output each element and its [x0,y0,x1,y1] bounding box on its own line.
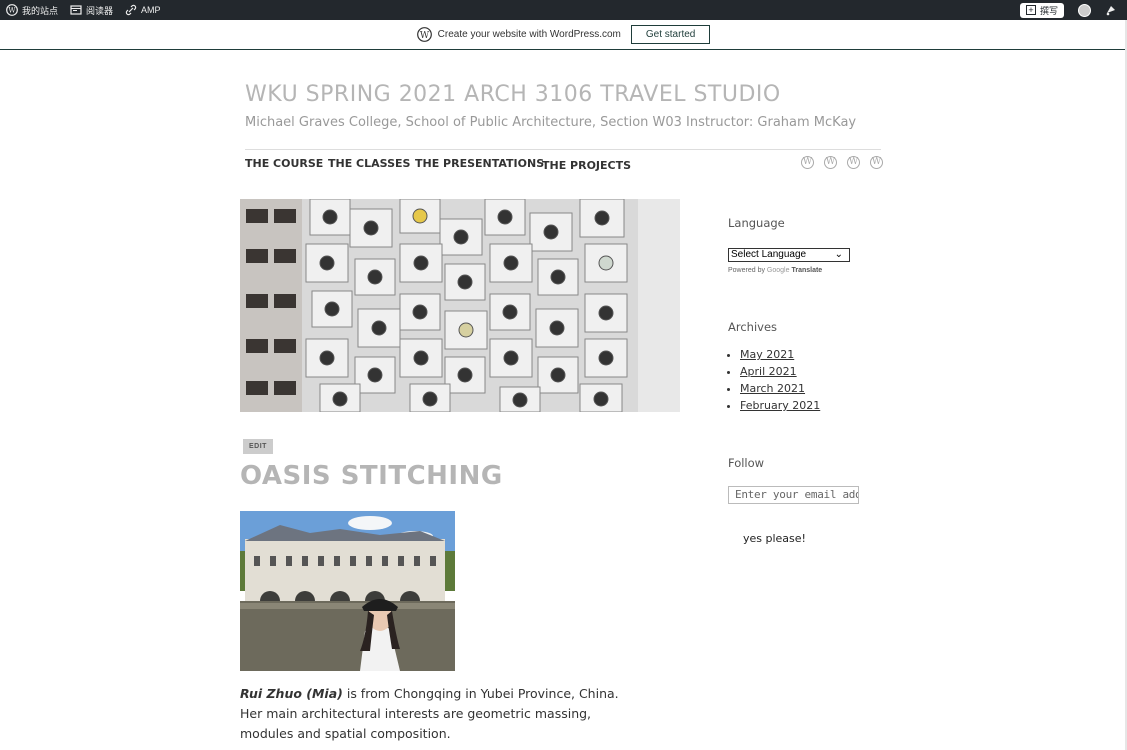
avatar[interactable] [1078,3,1091,17]
follow-widget-title: Follow [728,456,765,470]
write-label: 撰写 [1039,5,1058,16]
reader-label: 阅读器 [86,5,114,16]
svg-text:W: W [8,7,16,15]
follow-button[interactable]: yes please! [743,532,806,545]
post-title[interactable]: OASIS STITCHING [240,461,503,491]
google-logo: Google [766,267,790,274]
powered-by-label: Powered by [728,267,765,274]
edit-link[interactable]: EDIT [243,439,273,454]
wordpress-icon[interactable]: W [847,156,860,169]
language-widget-title: Language [728,216,785,230]
nav-item-the-projects[interactable]: THE PROJECTS [542,157,632,172]
site-title[interactable]: WKU SPRING 2021 ARCH 3106 TRAVEL STUDIO [245,82,781,107]
portrait-photo [240,511,455,671]
nav-item-the-course[interactable]: THE COURSE [245,157,323,170]
signup-banner: W Create your website with WordPress.com… [0,20,1127,50]
wordpress-icon[interactable]: W [870,156,883,169]
archive-link[interactable]: May 2021 [740,348,794,361]
wordpress-icon: W [6,4,18,16]
archives-widget-title: Archives [728,320,778,334]
wordpress-icon[interactable]: W [801,156,814,169]
post-bio: Rui Zhuo (Mia) is from Chongqing in Yube… [240,684,640,744]
list-item: April 2021 [740,366,820,383]
language-select[interactable]: Select Language ⌄ [728,248,850,262]
bio-name: Rui Zhuo (Mia) [240,686,343,701]
notifications-icon[interactable] [1105,4,1117,16]
new-post-icon: + [1025,5,1036,15]
main-navigation: THE COURSE THE CLASSES THE PRESENTATIONS… [245,149,881,175]
language-select-value: Select Language [731,249,807,260]
nav-item-the-classes[interactable]: THE CLASSES [328,157,410,170]
reader-icon [70,5,82,15]
archives-list: May 2021 April 2021 March 2021 February … [740,349,820,417]
archive-link[interactable]: March 2021 [740,382,805,395]
banner-text: Create your website with WordPress.com [437,29,621,40]
get-started-button[interactable]: Get started [630,25,711,44]
header-image [240,199,680,412]
reader-menu[interactable]: 阅读器 [64,0,119,20]
email-field[interactable]: Enter your email address [728,486,859,504]
nav-item-the-presentations[interactable]: THE PRESENTATIONS [415,157,544,170]
wordpress-icon[interactable]: W [824,156,837,169]
site-description: Michael Graves College, School of Public… [245,115,857,130]
svg-text:W: W [420,31,430,41]
amp-label: AMP [141,5,161,15]
chevron-down-icon: ⌄ [834,249,843,260]
archive-link[interactable]: April 2021 [740,365,797,378]
amp-menu[interactable]: AMP [119,0,167,20]
my-site-label: 我的站点 [22,5,59,16]
link-icon [125,4,137,16]
list-item: March 2021 [740,383,820,400]
my-site-menu[interactable]: W 我的站点 [0,0,64,20]
google-translate-credit: Powered by Google Translate [728,267,822,274]
translate-link[interactable]: Translate [791,267,822,274]
archive-link[interactable]: February 2021 [740,399,820,412]
write-button[interactable]: + 撰写 [1019,2,1064,18]
wordpress-icon: W [416,27,432,42]
admin-bar: W 我的站点 阅读器 AMP + 撰写 [0,0,1127,20]
list-item: February 2021 [740,400,820,417]
list-item: May 2021 [740,349,820,366]
